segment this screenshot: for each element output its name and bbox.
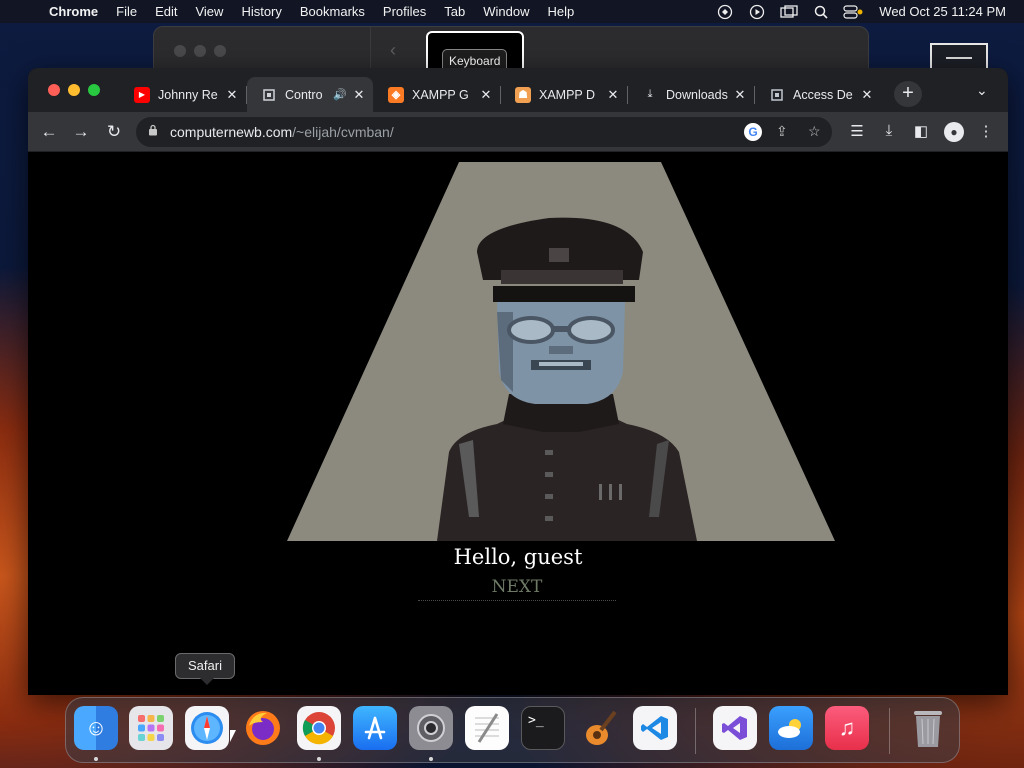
google-icon[interactable]: G	[744, 123, 762, 141]
cap-badge	[549, 248, 569, 262]
terminal-icon[interactable]: >_	[521, 706, 565, 750]
tab-xampp-dashboard[interactable]: ☗ XAMPP D ✕	[501, 77, 628, 112]
more-menu-icon[interactable]: ⋮	[976, 122, 996, 140]
tab-youtube[interactable]: ▶ Johnny Re ✕	[120, 77, 247, 112]
launchpad-icon[interactable]	[129, 706, 173, 750]
share-icon[interactable]: ⇪	[776, 123, 788, 140]
trash-icon[interactable]	[906, 706, 950, 750]
xampp-dashboard-icon: ☗	[515, 86, 531, 103]
menu-window[interactable]: Window	[474, 4, 538, 19]
close-icon[interactable]: ✕	[859, 87, 875, 103]
next-button[interactable]: NEXT	[418, 577, 616, 601]
menu-bar: Chrome File Edit View History Bookmarks …	[0, 0, 1024, 23]
tab-title: Johnny Re	[158, 87, 218, 102]
menu-file[interactable]: File	[107, 4, 146, 19]
close-icon[interactable]: ✕	[351, 87, 367, 103]
close-window-button[interactable]	[48, 84, 60, 96]
menu-tab[interactable]: Tab	[435, 4, 474, 19]
tab-xampp-guide[interactable]: ◈ XAMPP G ✕	[374, 77, 501, 112]
vpn-icon[interactable]	[715, 4, 735, 20]
tab-title: Downloads	[666, 87, 728, 102]
weather-icon[interactable]	[769, 706, 813, 750]
dock-divider	[889, 708, 890, 754]
tab-access-denied[interactable]: Access De ✕	[755, 77, 881, 112]
cap-band	[501, 270, 623, 284]
youtube-icon: ▶	[134, 86, 150, 103]
menu-profiles[interactable]: Profiles	[374, 4, 435, 19]
pixel-art-officer	[287, 162, 835, 541]
reload-icon[interactable]: ↻	[103, 121, 125, 143]
menu-help[interactable]: Help	[539, 4, 584, 19]
address-bar[interactable]: computernewb.com/~elijah/cvmban/ G ⇪ ☆	[136, 117, 832, 147]
close-icon[interactable]: ✕	[224, 87, 240, 103]
side-panel-icon[interactable]: ◧	[911, 122, 931, 140]
control-center-icon[interactable]	[843, 4, 863, 20]
visual-studio-icon[interactable]	[713, 706, 757, 750]
finder-icon[interactable]: ☺	[74, 706, 118, 750]
tab-title: Contro	[285, 87, 323, 102]
menubar-clock[interactable]: Wed Oct 25 11:24 PM	[869, 4, 1024, 19]
garageband-icon[interactable]	[577, 706, 621, 750]
menu-bookmarks[interactable]: Bookmarks	[291, 4, 374, 19]
close-icon[interactable]: ✕	[605, 87, 621, 103]
mouse-cursor-icon	[230, 730, 236, 742]
close-icon[interactable]: ✕	[478, 87, 494, 103]
reading-list-icon[interactable]: ☰	[847, 122, 867, 140]
chrome-window: ▶ Johnny Re ✕ Contro 🔊 ✕ ◈ XAMPP G ✕ ☗ X…	[28, 68, 1008, 695]
lock-icon[interactable]	[148, 124, 158, 139]
downloads-icon[interactable]: ⤓	[879, 122, 899, 139]
screen-mirroring-icon[interactable]	[779, 4, 799, 20]
dock-tooltip: Safari	[175, 653, 235, 685]
spotlight-search-icon[interactable]	[811, 4, 831, 20]
forward-arrow-icon[interactable]: →	[70, 121, 92, 143]
window-controls	[48, 84, 100, 96]
speaker-icon[interactable]: 🔊	[333, 88, 347, 101]
bookmark-star-icon[interactable]: ☆	[808, 123, 821, 140]
left-goggle	[507, 316, 555, 344]
greeting-text: Hello, guest	[453, 545, 583, 569]
music-icon[interactable]: ♫	[825, 706, 869, 750]
tab-controller[interactable]: Contro 🔊 ✕	[247, 77, 373, 112]
wordpress-icon	[769, 87, 785, 103]
download-icon: ⤓	[647, 88, 653, 100]
tab-search-chevron-icon[interactable]: ⌄	[976, 82, 988, 99]
menu-view[interactable]: View	[186, 4, 232, 19]
menu-app-name[interactable]: Chrome	[40, 4, 107, 19]
screenshot-thumbnail[interactable]	[930, 43, 988, 71]
tab-title: Access De	[793, 87, 853, 102]
tab-title: XAMPP D	[539, 87, 596, 102]
dock: ☺ >_ ♫	[65, 697, 960, 763]
cap-visor	[493, 286, 635, 302]
tab-strip: ▶ Johnny Re ✕ Contro 🔊 ✕ ◈ XAMPP G ✕ ☗ X…	[28, 68, 1008, 112]
url-host: computernewb.com	[170, 124, 293, 140]
chrome-icon[interactable]	[297, 706, 341, 750]
wordpress-icon	[261, 87, 277, 103]
background-window-back-icon: ‹	[390, 40, 396, 60]
new-tab-button[interactable]: +	[894, 81, 922, 107]
tab-title: XAMPP G	[412, 87, 469, 102]
minimize-window-button[interactable]	[68, 84, 80, 96]
close-icon[interactable]: ✕	[732, 87, 748, 103]
profile-avatar-icon[interactable]: ●	[944, 122, 964, 142]
page-content: Hello, guest NEXT	[28, 153, 1008, 695]
url-text[interactable]: computernewb.com/~elijah/cvmban/	[170, 124, 394, 140]
menu-edit[interactable]: Edit	[146, 4, 186, 19]
right-goggle	[567, 316, 615, 344]
tab-downloads[interactable]: ⤓ Downloads ✕	[628, 77, 755, 112]
system-settings-icon[interactable]	[409, 706, 453, 750]
textedit-icon[interactable]	[465, 706, 509, 750]
vscode-icon[interactable]	[633, 706, 677, 750]
menu-history[interactable]: History	[232, 4, 290, 19]
background-window-traffic-lights[interactable]	[174, 45, 226, 57]
back-arrow-icon[interactable]: ←	[38, 121, 60, 143]
zoom-window-button[interactable]	[88, 84, 100, 96]
browser-toolbar: ← → ↻ computernewb.com/~elijah/cvmban/ G…	[28, 112, 1008, 152]
dock-divider	[695, 708, 696, 754]
play-icon[interactable]	[747, 4, 767, 20]
url-path: /~elijah/cvmban/	[292, 124, 394, 140]
safari-icon[interactable]	[185, 706, 229, 750]
firefox-icon[interactable]	[241, 706, 285, 750]
app-store-icon[interactable]	[353, 706, 397, 750]
xampp-icon: ◈	[388, 86, 404, 103]
